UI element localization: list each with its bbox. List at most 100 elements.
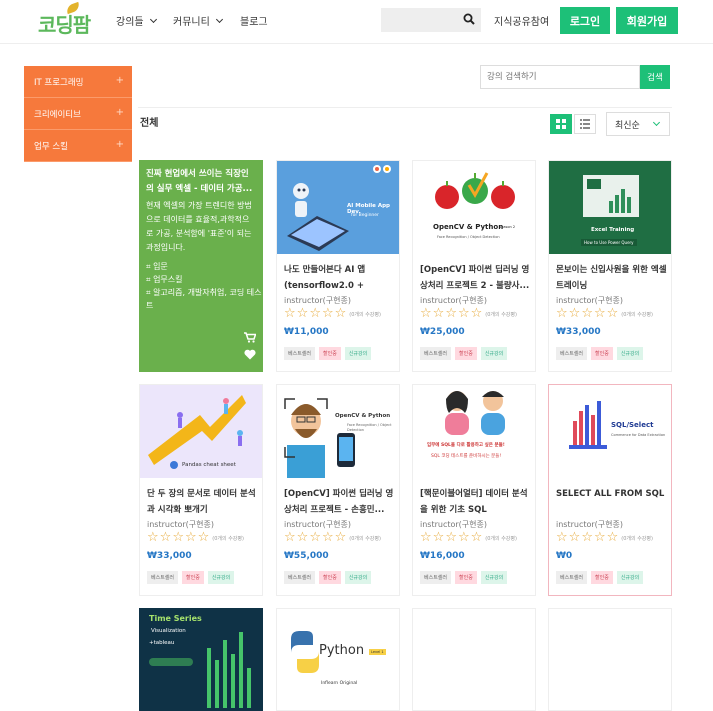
- login-button[interactable]: 로그인: [560, 7, 610, 34]
- tag-bestseller: 베스트셀러: [556, 347, 588, 360]
- star-icon: ☆: [568, 530, 581, 545]
- star-icon: ☆: [445, 530, 457, 545]
- header-search-input[interactable]: [381, 8, 461, 32]
- sort-select[interactable]: 최신순: [606, 112, 670, 136]
- time-series-image: [139, 608, 263, 711]
- nav-courses[interactable]: 강의들: [116, 13, 157, 28]
- sidebar-item-it-programming[interactable]: IT 프로그래밍 +: [24, 66, 132, 98]
- tag-discount: 할인중: [591, 571, 613, 584]
- grid-view-button[interactable]: [550, 114, 572, 134]
- star-icon: ☆: [457, 306, 470, 321]
- course-search-button[interactable]: 검색: [640, 65, 670, 89]
- thumb-subtitle: for Beginner: [351, 213, 379, 218]
- course-card[interactable]: Pandas cheat sheet 단 두 장의 문서로 데이터 분석과 시각…: [139, 384, 263, 596]
- sidebar-item-work-skills[interactable]: 업무 스킬 +: [24, 130, 132, 162]
- thumb-title: 입무에 SQL을 다로 활용하고 싶은 분들!: [427, 443, 505, 448]
- course-tags: 베스트셀러 할인중 신규강의: [284, 571, 372, 584]
- course-tags: 베스트셀러 할인중 신규강의: [556, 347, 644, 360]
- course-card[interactable]: [412, 608, 536, 711]
- course-card[interactable]: Time Series Visualization +tableau: [139, 608, 263, 711]
- plus-icon: +: [115, 139, 124, 150]
- star-icon: ☆: [432, 306, 445, 321]
- share-knowledge-link[interactable]: 지식공유참여: [494, 13, 549, 28]
- sidebar-item-creative[interactable]: 크리에이티브 +: [24, 98, 132, 130]
- star-icon: ☆: [593, 306, 606, 321]
- star-icon: ☆: [470, 530, 483, 545]
- star-icon: ☆: [321, 306, 334, 321]
- thumb-subtitle: Face Recognition / Object Detection: [347, 423, 392, 432]
- sidebar-item-label: 업무 스킬: [34, 141, 68, 152]
- plus-icon: +: [115, 107, 124, 118]
- promo-actions: [244, 332, 256, 360]
- list-view-button[interactable]: [574, 114, 596, 134]
- apples-image: [435, 172, 515, 209]
- cart-icon[interactable]: [244, 332, 256, 343]
- course-price: ₩25,000: [420, 327, 465, 337]
- course-instructor: instructor(구현종): [284, 520, 351, 529]
- sort-select-value: 최신순: [615, 120, 640, 131]
- tag-bestseller: 베스트셀러: [147, 571, 179, 584]
- star-icon: ☆: [334, 530, 347, 545]
- search-icon[interactable]: [463, 13, 475, 25]
- nav-community-label: 커뮤니티: [173, 17, 210, 28]
- course-price: ₩16,000: [420, 551, 465, 561]
- tag-bestseller: 베스트셀러: [284, 347, 316, 360]
- promo-category-label: 업무스킬: [153, 275, 183, 284]
- tag-bestseller: 베스트셀러: [284, 571, 316, 584]
- course-title: 나도 만들어본다 AI 앱 (tensorflow2.0 + android): [284, 265, 366, 291]
- nav-blog[interactable]: 블로그: [240, 13, 268, 28]
- thumb-subtitle: Inflearn Original: [321, 681, 358, 686]
- heart-icon[interactable]: [244, 349, 256, 360]
- course-thumbnail: AI Mobile App Dev. for Beginner: [277, 161, 399, 254]
- course-card[interactable]: OpenCV & Python Season 2 Face Recognitio…: [412, 160, 536, 372]
- grid-icon: [556, 119, 566, 129]
- course-thumbnail: 입무에 SQL을 다로 활용하고 싶은 분들! SQL 코딩 테스트를 준비하시…: [413, 385, 535, 478]
- chevron-down-icon: [149, 15, 157, 23]
- course-card[interactable]: Python Level 1 Inflearn Original: [276, 608, 400, 711]
- course-card[interactable]: AI Mobile App Dev. for Beginner 나도 만들어본다…: [276, 160, 400, 372]
- star-icon: ☆: [309, 530, 321, 545]
- star-icon: ☆: [309, 306, 321, 321]
- tag-discount: 할인중: [319, 347, 341, 360]
- thumb-subtitle: +tableau: [149, 640, 175, 646]
- header-search[interactable]: [381, 8, 481, 32]
- nav-community[interactable]: 커뮤니티: [173, 13, 223, 28]
- promo-category: ⌗ 입문: [146, 260, 263, 273]
- star-icon: ☆: [296, 530, 309, 545]
- tag-discount: 할인중: [319, 571, 341, 584]
- thumb-title: OpenCV & Python: [335, 413, 391, 419]
- course-card[interactable]: OpenCV & Python Face Recognition / Objec…: [276, 384, 400, 596]
- course-thumbnail: [549, 609, 671, 710]
- logo[interactable]: 코딩팜: [38, 1, 98, 38]
- course-card[interactable]: 입무에 SQL을 다로 활용하고 싶은 분들! SQL 코딩 테스트를 준비하시…: [412, 384, 536, 596]
- tag-new: 신규강의: [480, 571, 508, 584]
- course-tags: 베스트셀러 할인중 신규강의: [284, 347, 372, 360]
- star-icon: ☆: [321, 530, 334, 545]
- thumb-title: Excel Training: [591, 227, 635, 233]
- course-thumbnail: SQL/Select Commence for Data Extraction: [549, 385, 671, 478]
- signup-button[interactable]: 회원가입: [616, 7, 678, 34]
- course-search-input[interactable]: [480, 65, 640, 89]
- rating-stars: ☆ ☆ ☆ ☆ ☆ (0개의 수강평): [420, 307, 517, 321]
- rating-stars: ☆ ☆ ☆ ☆ ☆ (0개의 수강평): [556, 531, 653, 545]
- star-icon: ☆: [581, 530, 593, 545]
- course-card[interactable]: SQL/Select Commence for Data Extraction …: [548, 384, 672, 596]
- thumb-title: Time Series: [149, 614, 202, 623]
- promo-card[interactable]: 진짜 현업에서 쓰이는 직장인의 실무 엑셀 - 데이터 가공... 현재 엑셀…: [139, 160, 263, 372]
- course-instructor: instructor(구현종): [147, 520, 214, 529]
- thumb-subtitle: Commence for Data Extraction: [611, 433, 666, 437]
- course-instructor: instructor(구현종): [284, 296, 351, 305]
- course-price: ₩0: [556, 551, 573, 561]
- tag-new: 신규강의: [616, 347, 644, 360]
- tag-icon: ⌗: [146, 288, 151, 297]
- star-icon: ☆: [147, 530, 159, 545]
- star-icon: ☆: [593, 530, 606, 545]
- star-icon: ☆: [445, 306, 457, 321]
- star-icon: ☆: [606, 530, 619, 545]
- thumb-title: OpenCV & Python: [433, 223, 504, 231]
- list-icon: [580, 119, 590, 129]
- course-card[interactable]: Excel Training How to Use Power Query 몬보…: [548, 160, 672, 372]
- course-card[interactable]: [548, 608, 672, 711]
- nav-courses-label: 강의들: [116, 17, 144, 28]
- star-icon: ☆: [581, 306, 593, 321]
